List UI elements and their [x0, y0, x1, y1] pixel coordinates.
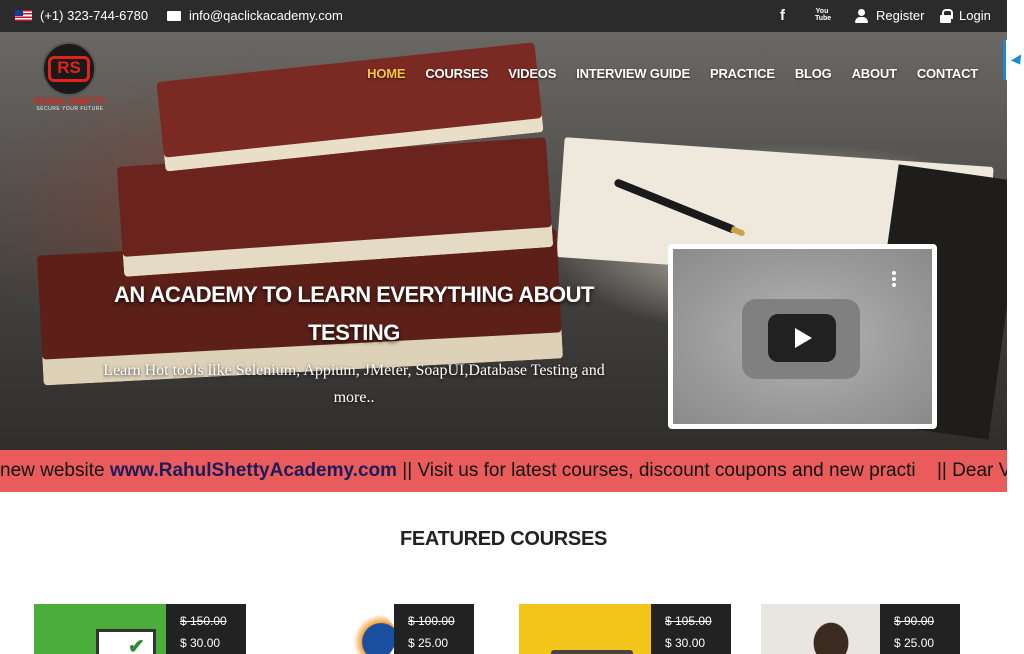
old-price: $ 100.00 [408, 614, 455, 628]
marquee-link[interactable]: www.RahulShettyAcademy.com [110, 460, 397, 481]
course-thumbnail-document [96, 629, 156, 654]
top-bar: (+1) 323-744-6780 info@qaclickacademy.co… [0, 0, 1007, 32]
featured-courses-heading: FEATURED COURSES [399, 528, 608, 550]
nav-about[interactable]: ABOUT [852, 66, 897, 81]
price-tag: $ 105.00 $ 30.00 [651, 604, 731, 654]
logo-tagline: SECURE YOUR FUTURE [36, 106, 104, 112]
nav-practice[interactable]: PRACTICE [710, 66, 775, 81]
marquee-text: new website www.RahulShettyAcademy.com |… [0, 460, 1007, 482]
youtube-icon[interactable]: You Tube [815, 8, 831, 22]
nav-home[interactable]: HOME [367, 66, 405, 81]
marquee-prefix: new website [0, 460, 110, 481]
us-flag-icon [15, 10, 32, 21]
hero-title: AN ACADEMY TO LEARN EVERYTHING ABOUT TES… [114, 282, 594, 345]
card-edge [960, 604, 973, 654]
course-card[interactable]: $ 105.00 $ 30.00 [519, 604, 731, 654]
envelope-icon [167, 10, 181, 21]
video-player[interactable] [668, 244, 937, 429]
new-price: $ 30.00 [665, 636, 706, 650]
marquee-tail: || Dear V [937, 460, 1007, 481]
new-price: $ 30.00 [180, 636, 221, 650]
old-price: $ 150.00 [180, 614, 227, 628]
nav-courses[interactable]: COURSES [425, 66, 488, 81]
logo-mark: RS [48, 56, 90, 82]
course-thumbnail-photo [801, 608, 861, 654]
course-card[interactable]: $ 90.00 $ 25.00 [761, 604, 973, 654]
new-price: $ 25.00 [408, 636, 449, 650]
email-contact[interactable]: info@qaclickacademy.com [167, 8, 343, 23]
login-label[interactable]: Login [959, 8, 991, 23]
price-tag: $ 90.00 $ 25.00 [880, 604, 960, 654]
old-price: $ 90.00 [894, 614, 935, 628]
nav-contact[interactable]: CONTACT [917, 66, 978, 81]
course-thumbnail-graphic [551, 650, 633, 654]
announcement-marquee: new website www.RahulShettyAcademy.com |… [0, 450, 1007, 492]
nav-blog[interactable]: BLOG [795, 66, 832, 81]
price-tag: $ 150.00 $ 30.00 [166, 604, 246, 654]
hero-banner: RS RAHUL SHETTY SECURE YOUR FUTURE HOME … [0, 32, 1007, 450]
lock-icon [940, 8, 953, 23]
main-nav: HOME COURSES VIDEOS INTERVIEW GUIDE PRAC… [367, 66, 978, 81]
course-card[interactable]: ✔ $ 150.00 $ 30.00 [34, 604, 246, 654]
nav-videos[interactable]: VIDEOS [508, 66, 556, 81]
login-link[interactable]: Login [940, 8, 991, 23]
price-tag: $ 100.00 $ 25.00 [394, 604, 474, 654]
course-card[interactable]: $ 100.00 $ 25.00 [276, 604, 474, 654]
register-label[interactable]: Register [876, 8, 924, 23]
site-logo[interactable]: RS RAHUL SHETTY SECURE YOUR FUTURE [34, 42, 106, 112]
checkmark-icon: ✔ [128, 636, 145, 654]
marquee-suffix: || Visit us for latest courses, discount… [397, 460, 916, 481]
register-link[interactable]: Register [855, 8, 924, 23]
side-share-tab[interactable] [1003, 40, 1024, 80]
hero-subtitle: Learn Hot tools like Selenium, Appium, J… [103, 362, 605, 406]
course-thumbnail-graphic [346, 612, 396, 654]
more-options-icon[interactable] [892, 271, 896, 289]
facebook-icon[interactable]: f [780, 7, 785, 24]
user-icon [855, 8, 868, 23]
phone-contact: (+1) 323-744-6780 [15, 8, 148, 23]
play-button[interactable] [768, 314, 836, 362]
new-price: $ 25.00 [894, 636, 935, 650]
phone-number: (+1) 323-744-6780 [40, 8, 149, 23]
nav-interview-guide[interactable]: INTERVIEW GUIDE [576, 66, 690, 81]
logo-name: RAHUL SHETTY [34, 96, 106, 106]
email-address[interactable]: info@qaclickacademy.com [189, 8, 343, 23]
old-price: $ 105.00 [665, 614, 712, 628]
